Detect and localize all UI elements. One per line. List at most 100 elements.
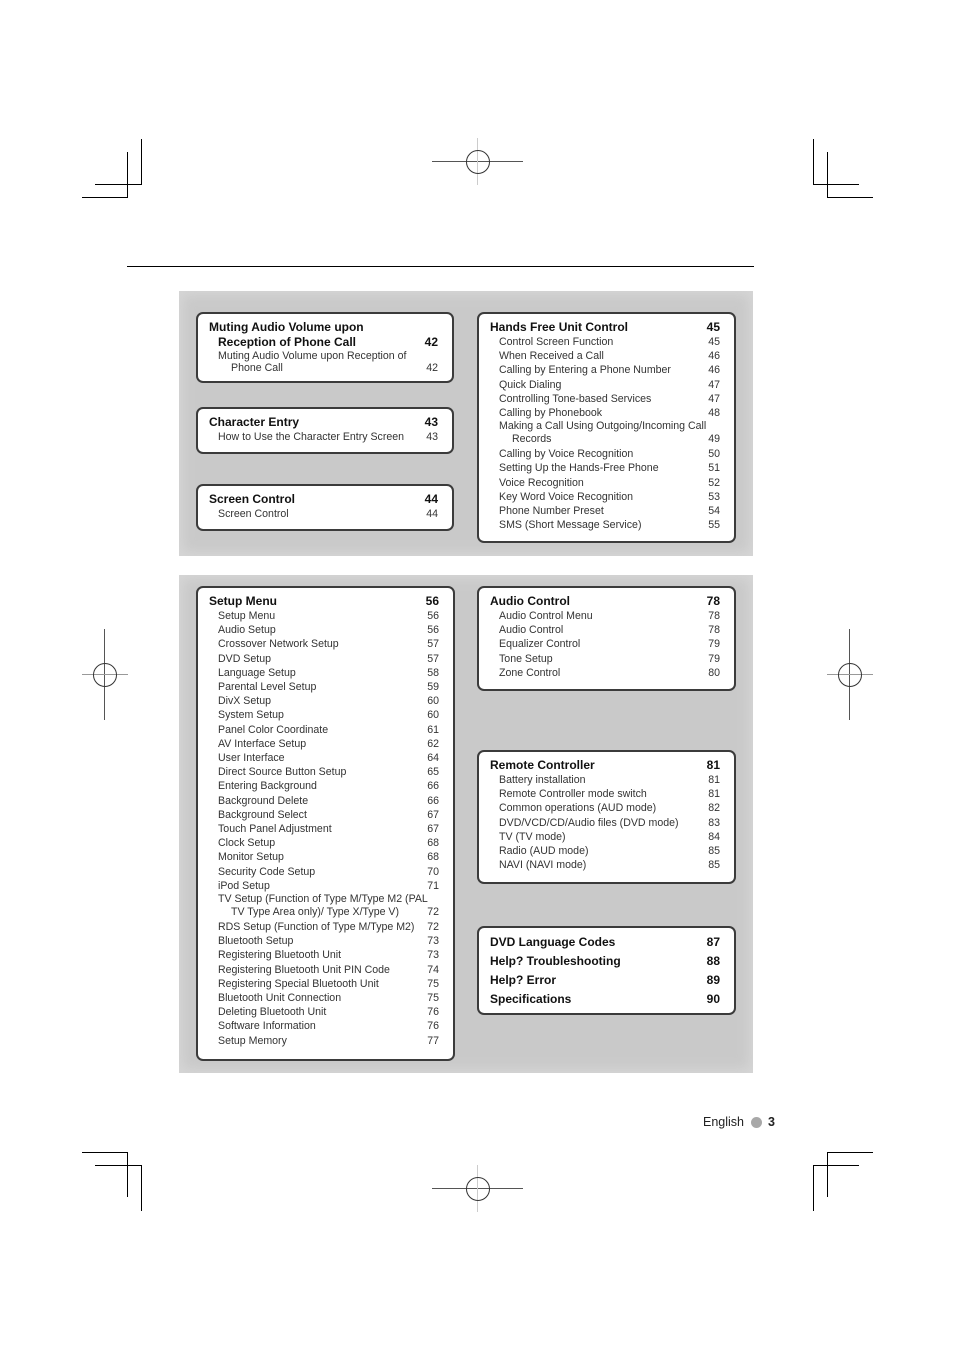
toc-entry[interactable]: When Received a Call 46 bbox=[490, 349, 720, 363]
crop-mark bbox=[813, 139, 814, 185]
toc-entry[interactable]: Specifications 90 bbox=[490, 990, 720, 1009]
toc-entry[interactable]: Audio Control Menu 78 bbox=[490, 609, 720, 623]
toc-entry[interactable]: Background Delete 66 bbox=[209, 794, 439, 808]
toc-entry-list: Battery installation 81 Remote Controller … bbox=[490, 773, 720, 872]
toc-entry[interactable]: System Setup 60 bbox=[209, 708, 439, 722]
crop-mark bbox=[95, 1165, 142, 1166]
toc-section-remote-controller: Remote Controller 81 Battery installation… bbox=[477, 750, 736, 884]
toc-entry[interactable]: DivX Setup 60 bbox=[209, 694, 439, 708]
toc-entry[interactable]: RDS Setup (Function of Type M/Type M2) 72 bbox=[209, 920, 439, 934]
toc-entry[interactable]: Help? Troubleshooting 88 bbox=[490, 952, 720, 971]
toc-entry[interactable]: Bluetooth Setup 73 bbox=[209, 934, 439, 948]
registration-mark-right bbox=[827, 629, 873, 720]
crop-mark bbox=[95, 184, 142, 185]
section-heading[interactable]: Setup Menu 56 bbox=[209, 594, 439, 609]
toc-entry[interactable]: Setup Memory 77 bbox=[209, 1034, 439, 1048]
section-heading[interactable]: Hands Free Unit Control 45 bbox=[490, 320, 720, 335]
toc-entry[interactable]: Muting Audio Volume upon Reception of Ph… bbox=[209, 350, 438, 374]
toc-entry-list: DVD Language Codes 87 Help? Troubleshootin… bbox=[490, 933, 720, 1009]
crop-mark bbox=[813, 1165, 859, 1166]
toc-entry[interactable]: Entering Background 66 bbox=[209, 779, 439, 793]
toc-entry[interactable]: TV Setup (Function of Type M/Type M2 (PA… bbox=[209, 893, 439, 918]
toc-entry[interactable]: Help? Error 89 bbox=[490, 971, 720, 990]
toc-entry[interactable]: Zone Control 80 bbox=[490, 666, 720, 680]
section-heading[interactable]: Muting Audio Volume upon Reception of Ph… bbox=[209, 320, 438, 350]
toc-entry[interactable]: Registering Bluetooth Unit PIN Code 74 bbox=[209, 963, 439, 977]
toc-entry[interactable]: Monitor Setup 68 bbox=[209, 850, 439, 864]
toc-entry[interactable]: Tone Setup 79 bbox=[490, 652, 720, 666]
toc-entry[interactable]: How to Use the Character Entry Screen 43 bbox=[209, 430, 438, 444]
toc-entry[interactable]: Background Select 67 bbox=[209, 808, 439, 822]
toc-entry[interactable]: Software Information 76 bbox=[209, 1019, 439, 1033]
crop-mark bbox=[813, 184, 859, 185]
toc-entry[interactable]: Clock Setup 68 bbox=[209, 836, 439, 850]
toc-entry[interactable]: Panel Color Coordinate 61 bbox=[209, 723, 439, 737]
toc-section-character-entry: Character Entry 43 How to Use the Charact… bbox=[196, 407, 454, 454]
toc-entry[interactable]: SMS (Short Message Service) 55 bbox=[490, 518, 720, 532]
toc-entry[interactable]: AV Interface Setup 62 bbox=[209, 737, 439, 751]
toc-entry[interactable]: Registering Special Bluetooth Unit 75 bbox=[209, 977, 439, 991]
toc-entry[interactable]: Calling by Voice Recognition 50 bbox=[490, 447, 720, 461]
toc-entry[interactable]: Equalizer Control 79 bbox=[490, 637, 720, 651]
toc-entry[interactable]: Direct Source Button Setup 65 bbox=[209, 765, 439, 779]
crop-mark bbox=[127, 152, 128, 198]
section-heading[interactable]: Character Entry 43 bbox=[209, 415, 438, 430]
toc-entry[interactable]: Remote Controller mode switch 81 bbox=[490, 787, 720, 801]
page-number: 3 bbox=[768, 1115, 775, 1129]
crop-mark bbox=[827, 152, 828, 198]
language-label: English bbox=[703, 1115, 744, 1129]
toc-entry[interactable]: Phone Number Preset 54 bbox=[490, 504, 720, 518]
toc-entry[interactable]: Deleting Bluetooth Unit 76 bbox=[209, 1005, 439, 1019]
toc-entry[interactable]: DVD/VCD/CD/Audio files (DVD mode) 83 bbox=[490, 816, 720, 830]
toc-entry[interactable]: Common operations (AUD mode) 82 bbox=[490, 801, 720, 815]
toc-entry[interactable]: Crossover Network Setup 57 bbox=[209, 637, 439, 651]
toc-entry[interactable]: Controlling Tone-based Services 47 bbox=[490, 392, 720, 406]
toc-entry[interactable]: Security Code Setup 70 bbox=[209, 865, 439, 879]
section-heading[interactable]: Remote Controller 81 bbox=[490, 758, 720, 773]
toc-entry-list: Audio Control Menu 78 Audio Control 78 Equal… bbox=[490, 609, 720, 680]
toc-entry[interactable]: Parental Level Setup 59 bbox=[209, 680, 439, 694]
crop-mark bbox=[82, 197, 128, 198]
toc-entry[interactable]: Key Word Voice Recognition 53 bbox=[490, 490, 720, 504]
toc-section-screen-control: Screen Control 44 Screen Control 44 bbox=[196, 484, 454, 531]
toc-entry[interactable]: Audio Control 78 bbox=[490, 623, 720, 637]
toc-entry[interactable]: Setting Up the Hands-Free Phone 51 bbox=[490, 461, 720, 475]
toc-entry[interactable]: User Interface 64 bbox=[209, 751, 439, 765]
toc-entry[interactable]: DVD Setup 57 bbox=[209, 652, 439, 666]
crop-mark bbox=[827, 1152, 873, 1153]
toc-entry[interactable]: NAVI (NAVI mode) 85 bbox=[490, 858, 720, 872]
toc-entry-list: Setup Menu 56 Audio Setup 56 Crossover Netwo… bbox=[209, 609, 439, 1048]
toc-entry[interactable]: Setup Menu 56 bbox=[209, 609, 439, 623]
toc-section-hands-free: Hands Free Unit Control 45 Control Screen… bbox=[477, 312, 736, 543]
toc-entry[interactable]: Calling by Entering a Phone Number 46 bbox=[490, 363, 720, 377]
crop-mark bbox=[127, 1152, 128, 1197]
page-footer: English 3 bbox=[703, 1115, 775, 1129]
crop-mark bbox=[141, 1165, 142, 1211]
toc-section-muting: Muting Audio Volume upon Reception of Ph… bbox=[196, 312, 454, 383]
toc-section-appendix: DVD Language Codes 87 Help? Troubleshootin… bbox=[477, 926, 736, 1015]
toc-section-audio-control: Audio Control 78 Audio Control Menu 78 Audi… bbox=[477, 586, 736, 691]
section-heading[interactable]: Audio Control 78 bbox=[490, 594, 720, 609]
toc-entry[interactable]: Bluetooth Unit Connection 75 bbox=[209, 991, 439, 1005]
toc-entry[interactable]: Control Screen Function 45 bbox=[490, 335, 720, 349]
toc-entry[interactable]: Voice Recognition 52 bbox=[490, 476, 720, 490]
toc-entry[interactable]: TV (TV mode) 84 bbox=[490, 830, 720, 844]
crop-mark bbox=[827, 197, 873, 198]
toc-entry[interactable]: Screen Control 44 bbox=[209, 507, 438, 521]
toc-entry[interactable]: Language Setup 58 bbox=[209, 666, 439, 680]
registration-mark-bottom bbox=[432, 1165, 523, 1212]
toc-entry[interactable]: DVD Language Codes 87 bbox=[490, 933, 720, 952]
section-heading[interactable]: Screen Control 44 bbox=[209, 492, 438, 507]
toc-entry-list: Control Screen Function 45 When Received a… bbox=[490, 335, 720, 532]
toc-entry[interactable]: iPod Setup 71 bbox=[209, 879, 439, 893]
toc-entry[interactable]: Battery installation 81 bbox=[490, 773, 720, 787]
toc-entry[interactable]: Radio (AUD mode) 85 bbox=[490, 844, 720, 858]
toc-entry[interactable]: Making a Call Using Outgoing/Incoming Ca… bbox=[490, 420, 720, 445]
toc-entry[interactable]: Quick Dialing 47 bbox=[490, 378, 720, 392]
crop-mark bbox=[813, 1165, 814, 1211]
toc-entry[interactable]: Calling by Phonebook 48 bbox=[490, 406, 720, 420]
toc-entry[interactable]: Touch Panel Adjustment 67 bbox=[209, 822, 439, 836]
registration-mark-left bbox=[82, 629, 128, 720]
toc-entry[interactable]: Audio Setup 56 bbox=[209, 623, 439, 637]
toc-entry[interactable]: Registering Bluetooth Unit 73 bbox=[209, 948, 439, 962]
